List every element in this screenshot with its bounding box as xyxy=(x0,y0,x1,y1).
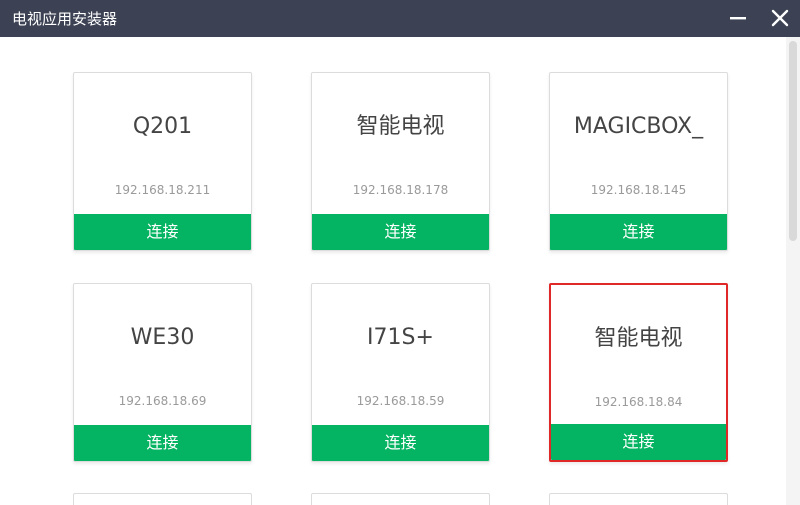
device-card[interactable]: MAGICBOX_ 192.168.18.145 连接 xyxy=(549,72,728,251)
device-name: I71S+ xyxy=(367,325,434,350)
device-grid[interactable]: Q201 192.168.18.211 连接 智能电视 192.168.18.1… xyxy=(0,37,786,505)
device-ip: 192.168.18.145 xyxy=(590,183,687,197)
connect-button[interactable]: 连接 xyxy=(74,214,251,250)
device-ip: 192.168.18.84 xyxy=(594,395,683,409)
device-name: MAGICBOX_ xyxy=(573,114,704,139)
close-button[interactable] xyxy=(762,0,798,37)
device-card[interactable]: 智能电视 192.168.18.178 连接 xyxy=(311,72,490,251)
device-ip: 192.168.18.69 xyxy=(118,394,207,408)
device-name: 智能电视 xyxy=(594,326,683,351)
device-card-selected[interactable]: 智能电视 192.168.18.84 连接 xyxy=(549,283,728,462)
device-ip: 192.168.18.178 xyxy=(352,183,449,197)
device-name: 智能电视 xyxy=(356,114,445,139)
device-card-partial[interactable] xyxy=(549,493,728,505)
device-card[interactable]: Q201 192.168.18.211 连接 xyxy=(73,72,252,251)
scrollbar-thumb[interactable] xyxy=(789,41,797,241)
device-ip: 192.168.18.59 xyxy=(356,394,445,408)
device-name: Q201 xyxy=(132,114,193,139)
minimize-button[interactable] xyxy=(720,0,756,37)
connect-button[interactable]: 连接 xyxy=(550,214,727,250)
vertical-scrollbar[interactable] xyxy=(786,37,800,505)
connect-button[interactable]: 连接 xyxy=(551,424,726,460)
connect-button[interactable]: 连接 xyxy=(312,214,489,250)
device-card-partial[interactable] xyxy=(73,493,252,505)
connect-button[interactable]: 连接 xyxy=(312,425,489,461)
title-bar: 电视应用安装器 xyxy=(0,0,800,37)
connect-button[interactable]: 连接 xyxy=(74,425,251,461)
device-card-partial[interactable] xyxy=(311,493,490,505)
device-ip: 192.168.18.211 xyxy=(114,183,211,197)
device-card[interactable]: WE30 192.168.18.69 连接 xyxy=(73,283,252,462)
minimize-icon xyxy=(730,17,746,20)
close-icon xyxy=(771,9,789,27)
device-name: WE30 xyxy=(130,325,195,350)
window-title: 电视应用安装器 xyxy=(12,10,118,28)
device-card[interactable]: I71S+ 192.168.18.59 连接 xyxy=(311,283,490,462)
